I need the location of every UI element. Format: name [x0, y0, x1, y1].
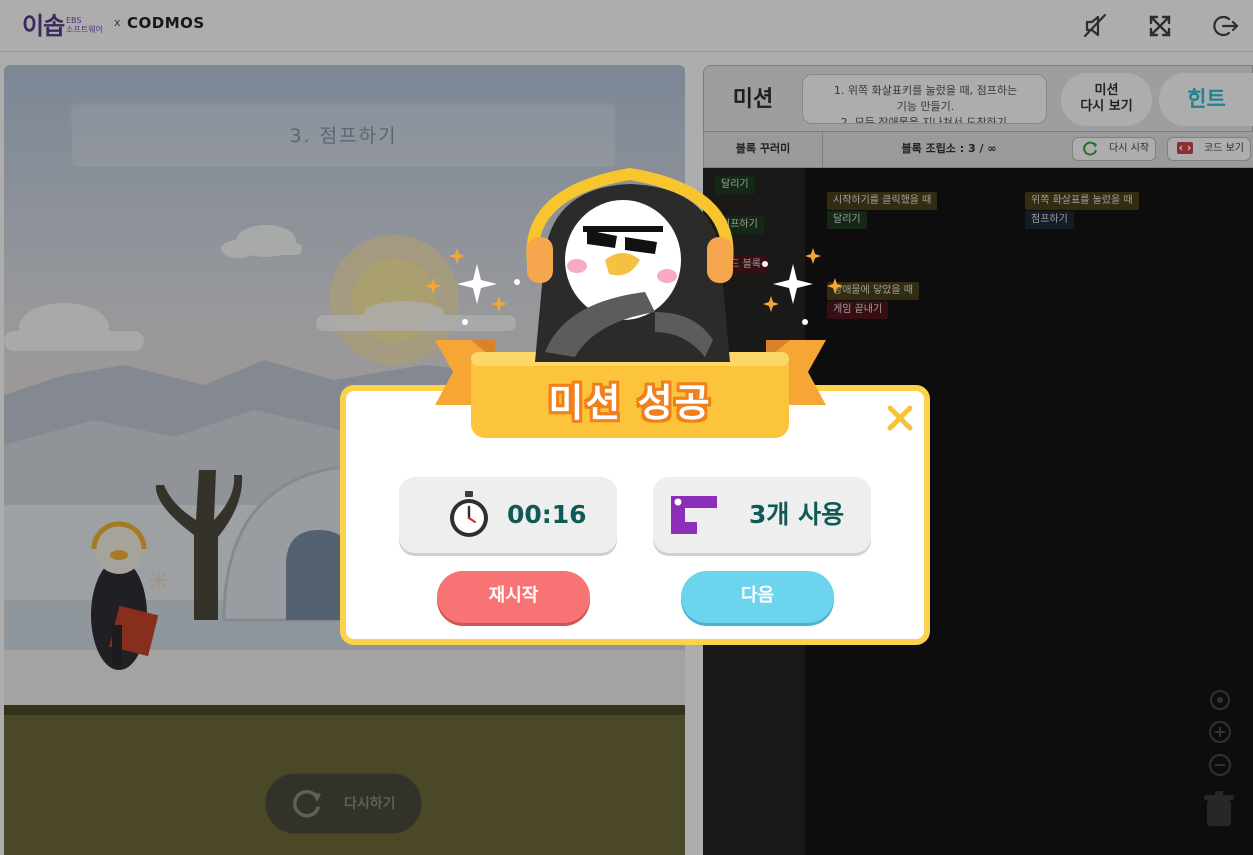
block-icon	[671, 496, 717, 534]
elapsed-time: 00:16	[507, 500, 587, 529]
sparkles-decoration	[425, 248, 843, 325]
stopwatch-icon	[450, 491, 488, 537]
mission-success-banner: 미션 성공	[548, 381, 712, 425]
modal-next-button[interactable]: 다음	[681, 571, 834, 623]
blocks-used-card: 3개 사용	[653, 477, 871, 553]
blocks-used-count: 3개 사용	[749, 500, 845, 529]
close-icon[interactable]	[883, 401, 917, 435]
time-card: 00:16	[399, 477, 617, 553]
modal-restart-button[interactable]: 재시작	[437, 571, 590, 623]
